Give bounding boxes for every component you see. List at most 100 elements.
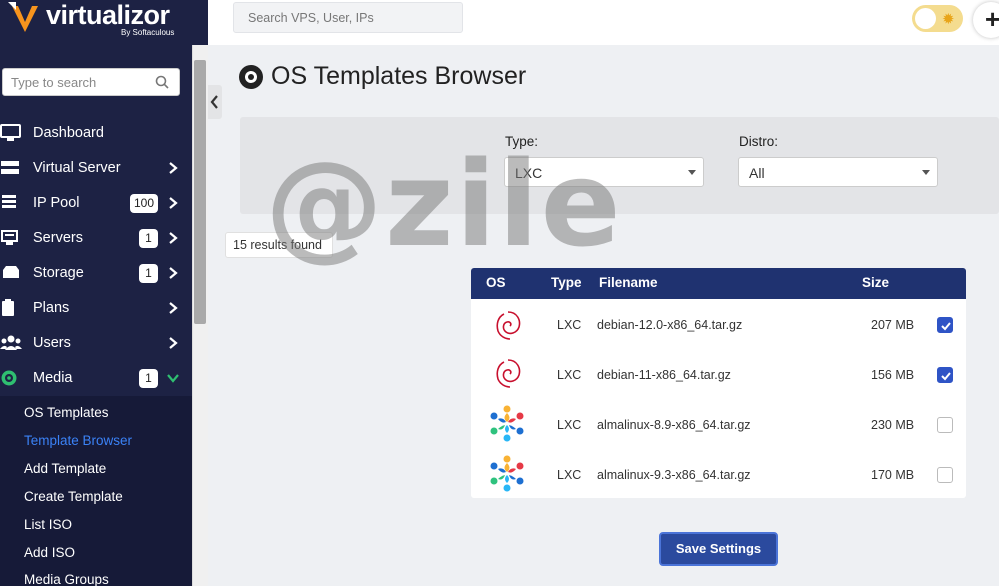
type-select-value: LXC (515, 165, 543, 181)
table-row: LXC almalinux-9.3-x86_64.tar.gz 170 MB (471, 450, 966, 500)
scrollbar-thumb[interactable] (194, 60, 206, 324)
server-icon (1, 161, 19, 174)
chevron-right-icon (169, 267, 178, 279)
distro-select-value: All (749, 165, 765, 181)
media-submenu: OS Templates Template Browser Add Templa… (0, 396, 192, 586)
brand-name: virtualizor (46, 0, 170, 30)
debian-logo-icon (496, 311, 521, 340)
caret-down-icon (922, 170, 930, 175)
media-disc-icon (1, 370, 17, 386)
row-type: LXC (557, 368, 582, 382)
sidebar-item-label: Storage (33, 265, 84, 281)
row-filename: debian-11-x86_64.tar.gz (597, 368, 731, 382)
check-icon (941, 372, 951, 381)
sidebar-item-label: Users (33, 335, 71, 351)
search-icon[interactable] (155, 75, 169, 89)
chevron-right-icon (169, 232, 178, 244)
count-badge: 100 (130, 194, 159, 213)
submenu-add-template[interactable]: Add Template (24, 461, 106, 476)
chevron-left-icon (210, 95, 218, 109)
row-checkbox[interactable] (937, 367, 953, 383)
table-row: LXC debian-12.0-x86_64.tar.gz 207 MB (471, 300, 966, 350)
sidebar-item-ip-pool[interactable]: IP Pool 100 (0, 186, 192, 221)
page-title: OS Templates Browser (271, 62, 527, 90)
sidebar-item-storage[interactable]: Storage 1 (0, 256, 192, 291)
row-type: LXC (557, 418, 582, 432)
templates-table: OS Type Filename Size LXC debian-12.0-x8… (471, 268, 966, 498)
sidebar-item-label: Plans (33, 300, 70, 316)
row-size: 230 MB (871, 418, 915, 432)
virtualizor-logo-icon (8, 2, 38, 32)
clipboard-icon (2, 299, 14, 316)
type-label: Type: (505, 134, 539, 149)
sidebar-search (2, 68, 180, 96)
distro-select[interactable]: All (738, 157, 938, 187)
row-filename: debian-12.0-x86_64.tar.gz (597, 318, 743, 332)
row-type: LXC (557, 318, 582, 332)
disc-icon (239, 65, 263, 89)
users-icon (0, 335, 22, 350)
column-header-type: Type (551, 275, 582, 290)
sidebar-item-dashboard[interactable]: Dashboard (0, 116, 192, 151)
chevron-right-icon (169, 162, 178, 174)
global-search (233, 2, 463, 33)
global-search-input[interactable] (248, 3, 458, 32)
toggle-knob (915, 8, 936, 29)
column-header-size: Size (862, 275, 890, 290)
row-filename: almalinux-8.9-x86_64.tar.gz (597, 418, 751, 432)
submenu-list-iso[interactable]: List ISO (24, 517, 72, 532)
sidebar-item-users[interactable]: Users (0, 326, 192, 361)
submenu-template-browser[interactable]: Template Browser (24, 433, 132, 448)
storage-icon (3, 266, 19, 278)
count-badge: 1 (139, 229, 158, 248)
type-select[interactable]: LXC (504, 157, 704, 187)
row-checkbox[interactable] (937, 417, 953, 433)
sidebar-item-label: Media (33, 370, 73, 386)
almalinux-logo-icon (490, 405, 524, 442)
chevron-down-icon (167, 374, 179, 383)
submenu-os-templates[interactable]: OS Templates (24, 405, 109, 420)
theme-toggle[interactable]: ✹ (912, 5, 963, 32)
sidebar-item-plans[interactable]: Plans (0, 291, 192, 326)
row-checkbox[interactable] (937, 317, 953, 333)
row-size: 170 MB (871, 468, 915, 482)
brand-header: virtualizor By Softaculous (0, 0, 208, 45)
brand-sub: By Softaculous (121, 28, 175, 37)
column-header-os: OS (486, 275, 506, 290)
filter-panel: Type: LXC Distro: All (240, 117, 999, 214)
row-size: 207 MB (871, 318, 915, 332)
sidebar-item-servers[interactable]: Servers 1 (0, 221, 192, 256)
plus-icon: + (985, 4, 999, 34)
check-icon (941, 322, 951, 331)
debian-logo-icon (496, 359, 521, 388)
almalinux-logo-icon (490, 455, 524, 492)
submenu-add-iso[interactable]: Add ISO (24, 545, 75, 560)
sidebar-item-media[interactable]: Media 1 (0, 361, 192, 396)
table-header: OS Type Filename Size (471, 268, 966, 299)
sidebar-item-label: Virtual Server (33, 160, 121, 176)
row-checkbox[interactable] (937, 467, 953, 483)
sidebar-item-label: Servers (33, 230, 83, 246)
submenu-create-template[interactable]: Create Template (24, 489, 123, 504)
sidebar-search-input[interactable] (11, 69, 151, 95)
submenu-media-groups[interactable]: Media Groups (24, 572, 109, 586)
sidebar-item-virtual-server[interactable]: Virtual Server (0, 151, 192, 186)
table-row: LXC almalinux-8.9-x86_64.tar.gz 230 MB (471, 400, 966, 450)
sun-icon: ✹ (942, 11, 955, 28)
collapse-sidebar-button[interactable] (208, 85, 222, 119)
table-row: LXC debian-11-x86_64.tar.gz 156 MB (471, 350, 966, 400)
chevron-right-icon (169, 337, 178, 349)
row-filename: almalinux-9.3-x86_64.tar.gz (597, 468, 751, 482)
save-settings-button[interactable]: Save Settings (659, 532, 778, 566)
row-type: LXC (557, 468, 582, 482)
count-badge: 1 (139, 264, 158, 283)
ip-pool-icon (2, 195, 16, 208)
monitor-icon (0, 124, 21, 141)
chevron-right-icon (169, 197, 178, 209)
count-badge: 1 (139, 369, 158, 388)
caret-down-icon (688, 170, 696, 175)
distro-label: Distro: (739, 134, 779, 149)
sidebar-item-label: Dashboard (33, 125, 104, 141)
servers-icon (1, 230, 18, 245)
row-size: 156 MB (871, 368, 915, 382)
